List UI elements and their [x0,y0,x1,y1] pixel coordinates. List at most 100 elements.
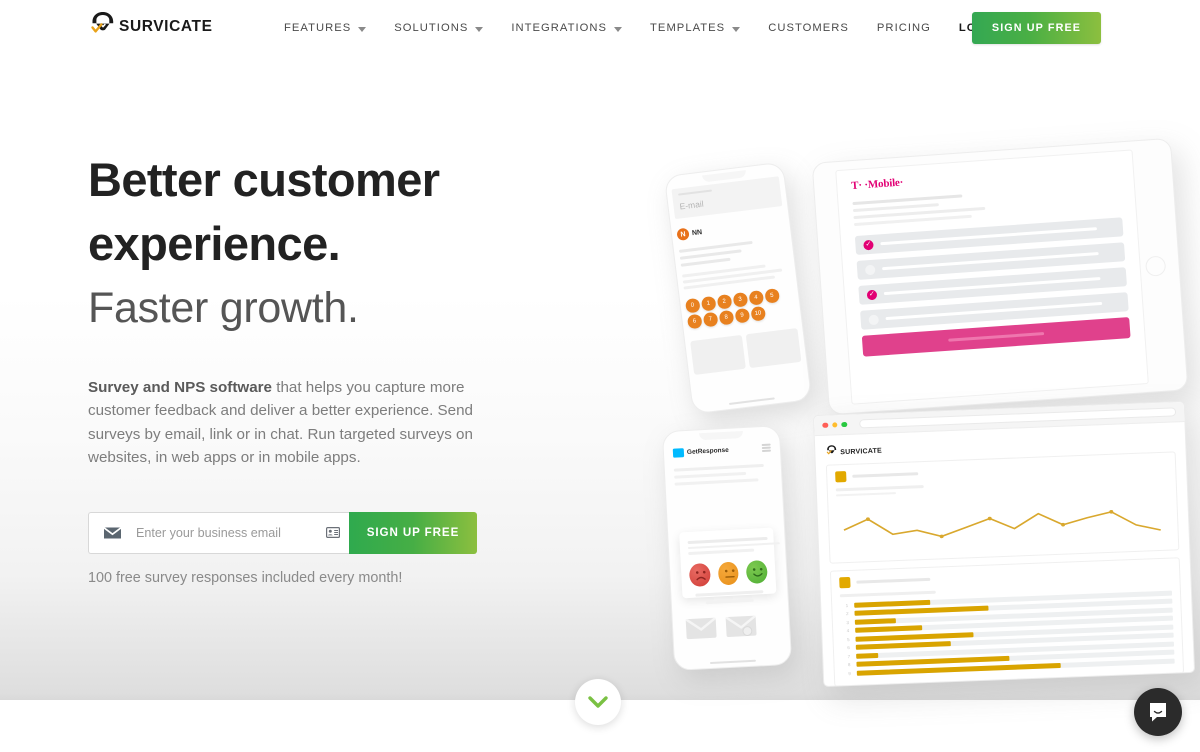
sad-face-icon[interactable] [688,562,711,587]
smiley-rating-scale [688,559,768,587]
phone-screen: GetResponse [669,439,786,661]
brand-name: SURVICATE [119,17,213,35]
scroll-down-button[interactable] [575,679,621,725]
email-sender-logo: N NN [676,216,785,241]
bar-row-label: 7 [847,653,851,659]
card-badge-icon [835,471,847,483]
email-sender-name: NN [691,228,703,237]
tablet-screen: T· ·Mobile· ✓ ✓ [835,149,1149,405]
envelope-search-icon [724,614,757,638]
nps-score-option[interactable]: 1 [700,295,716,311]
nn-logo-icon: N [676,227,690,241]
chevron-down-icon [588,696,608,708]
email-app-header: E-mail [671,176,783,220]
nps-score-option[interactable]: 7 [702,311,718,327]
nps-score-option[interactable]: 0 [685,297,701,313]
email-input[interactable] [136,525,320,540]
hamburger-menu-icon[interactable] [761,443,772,454]
getresponse-brand-name: GetResponse [686,447,729,457]
nav-item-templates[interactable]: TEMPLATES [636,22,754,34]
bar-row-label: 3 [846,619,849,625]
survicate-logo-icon [88,8,118,38]
smiley-page-footer [680,589,781,640]
neutral-face-icon[interactable] [717,560,740,585]
tablet-survey-mockup: T· ·Mobile· ✓ ✓ [811,137,1189,416]
smiley-page-placeholder [670,463,777,486]
nav-item-integrations[interactable]: INTEGRATIONS [497,22,636,34]
nps-score-option[interactable]: 10 [750,305,766,322]
smiley-survey-card [679,527,780,598]
page-subtitle: Faster growth. [88,284,359,332]
hero-section: Better customer experience. Faster growt… [88,148,548,586]
maximize-window-icon[interactable] [841,421,847,428]
nps-score-option[interactable]: 4 [748,290,764,306]
close-window-icon[interactable] [822,422,828,429]
chat-launcher-button[interactable] [1134,688,1182,736]
checkmark-icon: ✓ [863,239,874,250]
getresponse-brand-logo: GetResponse [672,446,729,458]
nps-score-option[interactable]: 5 [764,288,780,304]
card-header [839,565,1171,589]
bar-row-label: 5 [846,636,850,642]
nps-trend-line-chart [836,490,1170,557]
envelope-icon [103,526,122,540]
nps-score-option[interactable]: 9 [734,307,750,323]
signup-submit-button[interactable]: SIGN UP FREE [349,511,477,554]
chevron-down-icon [358,26,367,32]
nav-item-solutions[interactable]: SOLUTIONS [380,22,497,34]
tablet-home-button[interactable] [1144,254,1167,277]
hero-description-lead: Survey and NPS software [88,379,273,396]
checkmark-icon: ✓ [866,289,878,300]
chat-bubble-icon [1150,703,1166,722]
bar-row-label: 6 [847,644,850,651]
site-header: SURVICATE FEATURES SOLUTIONS INTEGRATION… [0,0,1200,56]
nps-score-option[interactable]: 3 [732,292,748,308]
phone-email-mockup: E-mail N NN 0 1 2 3 4 5 6 7 8 9 10 [663,161,813,415]
chevron-down-icon [732,26,741,32]
nps-score-option[interactable]: 6 [686,313,703,329]
header-signup-button[interactable]: SIGN UP FREE [972,12,1101,44]
chevron-down-icon [475,26,484,32]
hero-illustration: E-mail N NN 0 1 2 3 4 5 6 7 8 9 10 T· ·M… [650,120,1200,700]
response-distribution-bar-chart: 1 2 3 4 5 6 7 8 9 [840,590,1175,676]
card-badge-icon [839,576,851,589]
nav-label: PRICING [876,22,931,34]
radio-unselected-icon [868,314,880,325]
phone-notch [698,431,744,441]
bar-row-label: 8 [847,661,851,668]
chevron-down-icon [614,26,623,32]
email-footer-tiles [690,327,802,375]
nav-item-features[interactable]: FEATURES [270,22,380,34]
getresponse-logo-icon [672,448,685,458]
minimize-window-icon[interactable] [831,422,838,428]
email-body-placeholder [678,237,791,290]
nav-label: TEMPLATES [650,22,726,34]
email-input-wrapper[interactable] [88,511,349,554]
bar-row-label: 4 [846,628,850,634]
contact-card-icon[interactable] [326,527,340,539]
form-note: 100 free survey responses included every… [88,569,403,586]
nav-item-customers[interactable]: CUSTOMERS [754,22,863,34]
nav-label: INTEGRATIONS [511,22,608,34]
dashboard-brand-name: SURVICATE [840,447,883,457]
phone-home-indicator [709,659,756,665]
dashboard-body: SURVICATE 1 2 3 4 5 6 7 8 9 [815,422,1195,687]
main-navigation: FEATURES SOLUTIONS INTEGRATIONS TEMPLATE… [270,0,1018,56]
page-title: Better customer experience. [88,153,440,270]
dashboard-line-chart-card [825,451,1180,564]
nps-score-option[interactable]: 8 [718,309,734,325]
brand-logo[interactable]: SURVICATE [88,4,213,38]
happy-face-icon[interactable] [746,559,768,584]
nav-item-pricing[interactable]: PRICING [863,22,945,34]
dashboard-browser-mockup: SURVICATE 1 2 3 4 5 6 7 8 9 [812,400,1196,688]
card-header [835,459,1167,483]
envelope-icon [685,616,717,640]
nav-label: CUSTOMERS [768,22,849,34]
dashboard-bar-chart-card: 1 2 3 4 5 6 7 8 9 [829,557,1185,687]
nps-score-scale: 0 1 2 3 4 5 6 7 8 9 10 [685,288,786,329]
phone-screen: E-mail N NN 0 1 2 3 4 5 6 7 8 9 10 [671,176,805,405]
nps-score-option[interactable]: 2 [716,293,732,310]
footer-envelope-tiles [682,614,781,640]
nav-label: FEATURES [284,22,352,34]
bar-row-label: 2 [845,611,849,617]
